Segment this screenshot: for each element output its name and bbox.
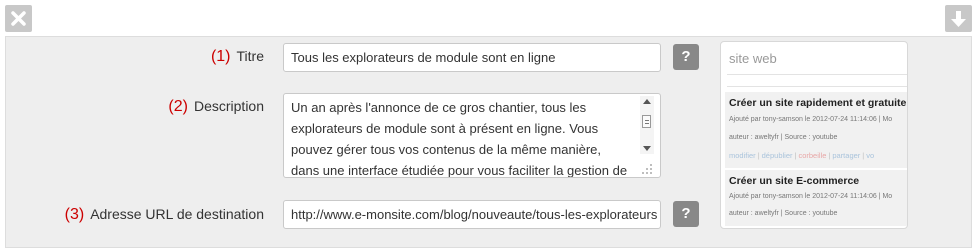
action-voir: vo (866, 151, 875, 160)
url-label-text: Adresse URL de destination (90, 206, 264, 222)
title-label: (1) Titre (211, 48, 264, 66)
url-input[interactable]: http://www.e-monsite.com/blog/nouveaute/… (283, 200, 661, 229)
scroll-thumb[interactable] (642, 115, 651, 128)
url-help-button[interactable]: ? (673, 201, 699, 227)
description-scrollbar[interactable] (640, 96, 654, 154)
title-help-button[interactable]: ? (673, 44, 699, 70)
article-author-source: auteur : aweltyfr | Source : youtube (729, 210, 838, 217)
action-modifier: modifier (729, 151, 756, 160)
close-button[interactable] (5, 5, 32, 32)
title-number: (1) (210, 48, 231, 65)
article-meta: Ajouté par tony-samson le 2012-07-24 11:… (729, 116, 893, 123)
preview-article: Créer un site rapidement et gratuitement… (725, 92, 907, 168)
url-label: (3) Adresse URL de destination (65, 206, 264, 224)
preview-site-label: site web (729, 51, 777, 66)
preview-divider (727, 86, 907, 87)
article-actions: modifier | dépublier | corbeille | partager | vo (729, 151, 875, 160)
close-icon (11, 11, 26, 26)
article-author-source: auteur : aweltyfr | Source : youtube (729, 134, 838, 141)
article-title: Créer un site rapidement et gratuitement (729, 97, 907, 109)
description-label-text: Description (193, 98, 264, 114)
preview-divider (727, 74, 907, 75)
article-meta: Ajouté par tony-samson le 2012-07-24 11:… (729, 193, 893, 200)
resize-grip-icon[interactable] (641, 163, 653, 175)
url-number: (3) (64, 206, 85, 223)
title-input[interactable]: Tous les explorateurs de module sont en … (283, 43, 661, 72)
action-depublier: dépublier (761, 151, 793, 160)
preview-article: Créer un site E-commerce Ajouté par tony… (725, 170, 907, 226)
action-partager: partager (832, 151, 861, 160)
description-number: (2) (168, 98, 188, 115)
article-title: Créer un site E-commerce (729, 175, 860, 187)
action-corbeille: corbeille (798, 151, 827, 160)
description-label: (2) Description (168, 98, 264, 116)
title-label-text: Titre (236, 48, 264, 64)
top-toolbar (0, 0, 980, 36)
move-down-button[interactable] (945, 5, 972, 32)
preview-thumbnail: site web Créer un site rapidement et gra… (720, 41, 908, 229)
scroll-up-icon[interactable] (643, 99, 651, 104)
description-textarea[interactable]: Un an après l'annonce de ce gros chantie… (283, 93, 661, 178)
scroll-down-icon[interactable] (643, 146, 651, 151)
arrow-down-icon (951, 11, 966, 27)
